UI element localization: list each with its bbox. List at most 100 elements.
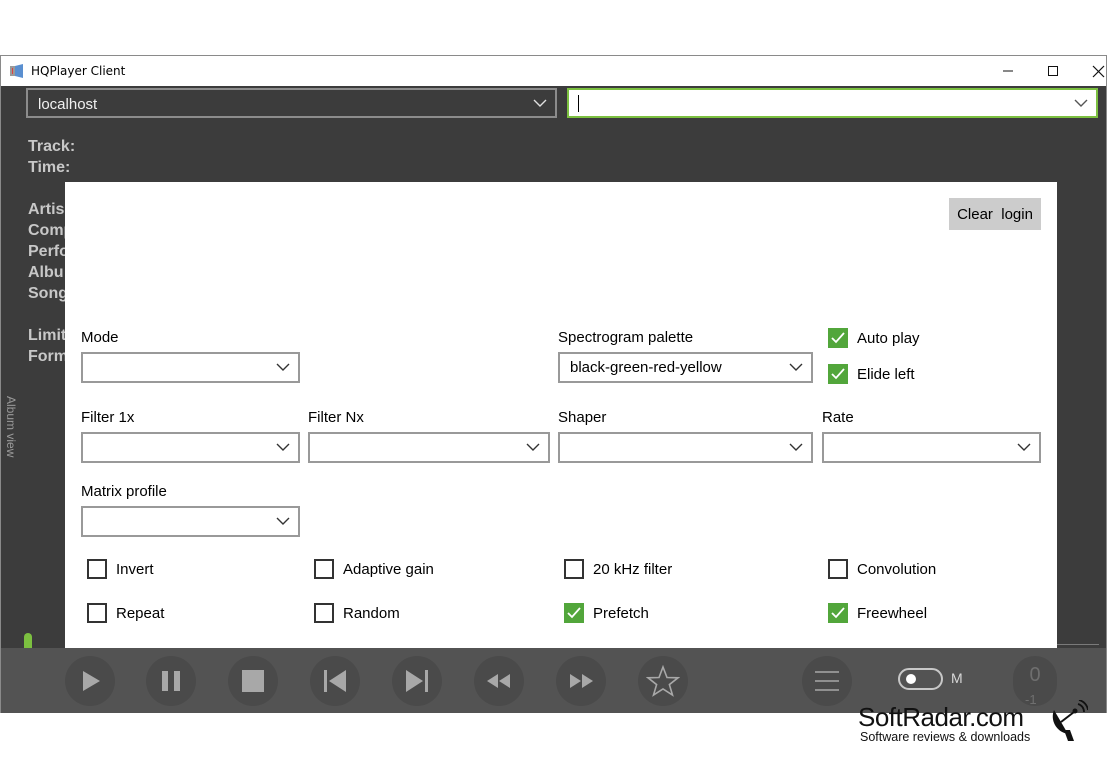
filter-nx-select[interactable] xyxy=(308,432,550,463)
elide-left-label: Elide left xyxy=(857,365,915,383)
previous-button[interactable] xyxy=(310,656,360,706)
checkbox-unchecked-icon xyxy=(314,559,334,579)
artist-label: Artis xyxy=(28,201,65,218)
filter-nx-label: Filter Nx xyxy=(308,409,364,426)
track-label: Track: xyxy=(28,138,76,155)
text-caret xyxy=(578,95,579,112)
maximize-button[interactable] xyxy=(1030,56,1076,86)
maximize-icon xyxy=(1048,66,1058,76)
chevron-down-icon xyxy=(276,517,290,525)
format-label: Form xyxy=(28,348,68,365)
clear-login-label: Clear login xyxy=(957,205,1033,223)
checkbox-unchecked-icon xyxy=(564,559,584,579)
star-icon xyxy=(646,665,680,697)
checkbox-unchecked-icon xyxy=(87,559,107,579)
stop-icon xyxy=(242,670,264,692)
host-select[interactable]: localhost xyxy=(26,88,557,118)
checkbox-checked-icon xyxy=(828,364,848,384)
host-select-value: localhost xyxy=(38,96,98,113)
elide-left-checkbox[interactable]: Elide left xyxy=(828,364,915,384)
next-icon xyxy=(406,670,428,692)
filter-1x-select[interactable] xyxy=(81,432,300,463)
shaper-label: Shaper xyxy=(558,409,607,426)
chevron-down-icon xyxy=(526,443,540,451)
song-label: Song xyxy=(28,285,68,302)
20khz-filter-label: 20 kHz filter xyxy=(593,560,673,578)
search-combo-input[interactable] xyxy=(567,88,1098,118)
random-label: Random xyxy=(343,604,400,622)
spectrogram-palette-select[interactable]: black-green-red-yellow xyxy=(558,352,813,383)
freewheel-label: Freewheel xyxy=(857,604,928,622)
matrix-profile-label: Matrix profile xyxy=(81,483,167,500)
seek-slider-track[interactable] xyxy=(1056,644,1099,645)
menu-icon xyxy=(815,671,839,691)
rate-label: Rate xyxy=(822,409,854,426)
rewind-icon xyxy=(487,674,510,688)
watermark-title: SoftRadar.com xyxy=(858,702,1024,732)
previous-icon xyxy=(324,670,346,692)
chevron-down-icon xyxy=(789,443,803,451)
adaptive-gain-checkbox[interactable]: Adaptive gain xyxy=(314,559,434,579)
album-view-tab[interactable]: Album view xyxy=(1,386,18,536)
play-icon xyxy=(83,671,100,691)
window-title: HQPlayer Client xyxy=(31,64,126,78)
prefetch-label: Prefetch xyxy=(593,604,649,622)
mode-label: Mode xyxy=(81,329,119,346)
auto-play-checkbox[interactable]: Auto play xyxy=(828,328,920,348)
repeat-checkbox[interactable]: Repeat xyxy=(87,603,164,623)
clear-login-button[interactable]: Clear login xyxy=(949,198,1041,230)
mode-toggle[interactable] xyxy=(898,668,943,690)
time-label: Time: xyxy=(28,159,71,176)
checkbox-checked-icon xyxy=(828,603,848,623)
20khz-filter-checkbox[interactable]: 20 kHz filter xyxy=(564,559,672,579)
checkbox-checked-icon xyxy=(828,328,848,348)
toggle-knob xyxy=(906,674,916,684)
chevron-down-icon xyxy=(1074,99,1088,107)
invert-checkbox[interactable]: Invert xyxy=(87,559,154,579)
spectrogram-palette-label: Spectrogram palette xyxy=(558,329,694,346)
chevron-down-icon xyxy=(533,99,547,107)
random-checkbox[interactable]: Random xyxy=(314,603,400,623)
fast-forward-button[interactable] xyxy=(556,656,606,706)
performer-label: Perfo xyxy=(28,243,69,260)
close-icon xyxy=(1092,65,1104,77)
auto-play-label: Auto play xyxy=(857,329,920,347)
rewind-button[interactable] xyxy=(474,656,524,706)
filter-1x-label: Filter 1x xyxy=(81,409,135,426)
checkbox-checked-icon xyxy=(564,603,584,623)
screenshot-stage: HQPlayer Client localhost Track: Time: A… xyxy=(0,0,1107,769)
checkbox-unchecked-icon xyxy=(828,559,848,579)
next-button[interactable] xyxy=(392,656,442,706)
app-icon xyxy=(9,64,25,78)
invert-label: Invert xyxy=(116,560,154,578)
close-button[interactable] xyxy=(1075,56,1107,86)
play-button[interactable] xyxy=(65,656,115,706)
favorite-button[interactable] xyxy=(638,656,688,706)
pause-icon xyxy=(162,671,180,691)
menu-button[interactable] xyxy=(802,656,852,706)
matrix-profile-select[interactable] xyxy=(81,506,300,537)
repeat-label: Repeat xyxy=(116,604,165,622)
pause-button[interactable] xyxy=(146,656,196,706)
rate-select[interactable] xyxy=(822,432,1041,463)
checkbox-unchecked-icon xyxy=(314,603,334,623)
shaper-select[interactable] xyxy=(558,432,813,463)
album-view-label: Album view xyxy=(4,396,18,458)
stop-button[interactable] xyxy=(228,656,278,706)
convolution-label: Convolution xyxy=(857,560,937,578)
prefetch-checkbox[interactable]: Prefetch xyxy=(564,603,649,623)
album-label: Albu xyxy=(28,264,64,281)
adaptive-gain-label: Adaptive gain xyxy=(343,560,434,578)
settings-dialog: Clear login Mode Spectrogram palette bla… xyxy=(65,182,1057,648)
minimize-button[interactable] xyxy=(985,56,1031,86)
title-bar: HQPlayer Client xyxy=(1,56,1106,86)
toggle-m-label: M xyxy=(951,670,963,686)
chevron-down-icon xyxy=(1017,443,1031,451)
freewheel-checkbox[interactable]: Freewheel xyxy=(828,603,927,623)
mode-select[interactable] xyxy=(81,352,300,383)
convolution-checkbox[interactable]: Convolution xyxy=(828,559,936,579)
softradar-watermark: SoftRadar.com Software reviews & downloa… xyxy=(858,700,1103,750)
chevron-down-icon xyxy=(276,363,290,371)
fast-forward-icon xyxy=(570,674,593,688)
chevron-down-icon xyxy=(789,363,803,371)
